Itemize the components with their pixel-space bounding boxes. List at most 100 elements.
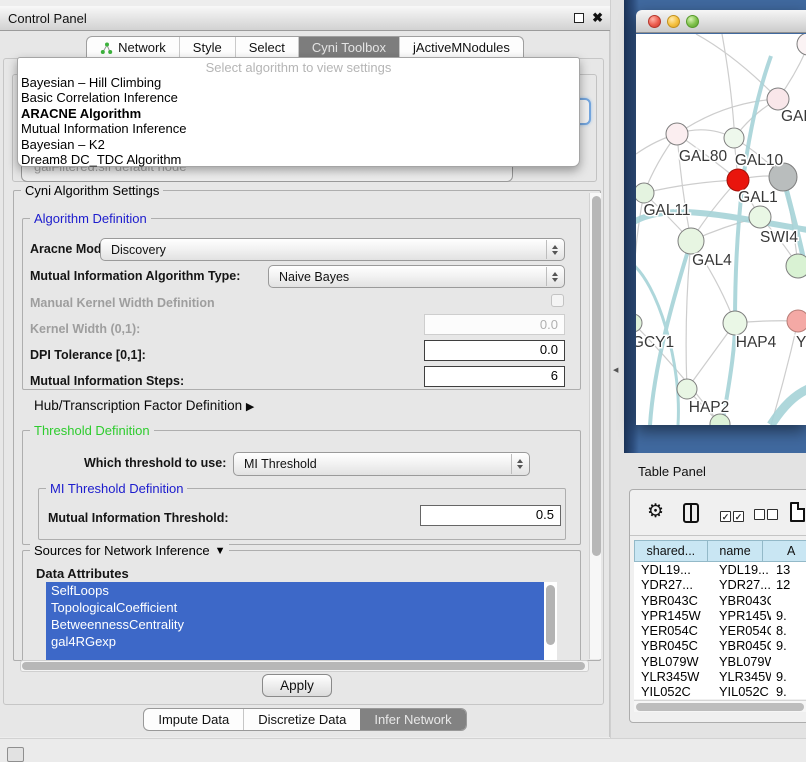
table-row[interactable]: YLR345WYLR345W9.	[634, 669, 806, 684]
dropdown-item-mutual-information[interactable]: Mutual Information Inference	[18, 121, 579, 136]
node-y-partial[interactable]	[787, 310, 806, 332]
column-header-shared-name[interactable]: shared...	[634, 540, 708, 562]
checked-box-icon: ✓	[720, 511, 731, 522]
collapse-down-icon[interactable]: ▼	[215, 545, 226, 557]
manual-kernel-width-label: Manual Kernel Width Definition	[30, 296, 215, 310]
table-rows: YDL19...YDL19...13 YDR27...YDR27...12 YB…	[634, 562, 806, 699]
settings-horizontal-scrollbar[interactable]	[20, 660, 589, 672]
network-canvas[interactable]: GAL GAL80 GAL10 GAL1 GAL11 SWI4 GAL4 GCY…	[636, 34, 806, 425]
settings-vscroll-thumb[interactable]	[592, 196, 601, 556]
node-gal1[interactable]	[727, 169, 749, 191]
table-row[interactable]: YDR27...YDR27...12	[634, 577, 806, 592]
column-header-partial[interactable]: A	[763, 540, 806, 562]
tab-discretize-data[interactable]: Discretize Data	[243, 709, 360, 730]
label-gal-partial: GAL	[781, 108, 806, 125]
list-item-betweennesscentrality[interactable]: BetweennessCentrality	[46, 616, 557, 633]
node-gal4[interactable]	[678, 228, 704, 254]
which-threshold-label: Which threshold to use:	[84, 456, 226, 470]
mi-steps-field[interactable]: 6	[424, 366, 565, 387]
table-hscroll-thumb[interactable]	[636, 703, 804, 711]
cell-shared: YBR043C	[634, 593, 712, 608]
deselect-all-columns-icon[interactable]	[754, 507, 780, 525]
tab-select-label: Select	[249, 37, 285, 59]
combo-stepper-icon	[511, 454, 528, 474]
table-row[interactable]: YPR145WYPR145W9.	[634, 608, 806, 623]
dropdown-item-bayesian-k2[interactable]: Bayesian – K2	[18, 137, 579, 152]
zoom-traffic-light-icon[interactable]	[686, 15, 699, 28]
tab-cyni-toolbox[interactable]: Cyni Toolbox	[298, 37, 399, 59]
node-hap2[interactable]	[677, 379, 697, 399]
panel-splitter[interactable]: ◀	[610, 0, 624, 762]
table-row[interactable]: YIL052CYIL052C9.	[634, 684, 806, 699]
table-panel-title: Table Panel	[638, 464, 706, 479]
label-hap4: HAP4	[736, 334, 777, 351]
dropdown-item-dream8[interactable]: Dream8 DC_TDC Algorithm	[18, 152, 579, 167]
tab-style[interactable]: Style	[179, 37, 235, 59]
select-all-columns-icon[interactable]: ✓✓	[720, 507, 746, 525]
apply-button[interactable]: Apply	[262, 674, 332, 697]
list-scrollbar-track[interactable]	[544, 582, 557, 660]
mi-algorithm-type-value: Naive Bayes	[279, 266, 349, 287]
list-item-topologicalcoefficient[interactable]: TopologicalCoefficient	[46, 599, 557, 616]
cyni-settings-group-title: Cyni Algorithm Settings	[21, 183, 163, 198]
which-threshold-value: MI Threshold	[244, 453, 317, 475]
close-icon[interactable]: ✖	[592, 10, 603, 26]
label-hap2: HAP2	[689, 399, 730, 416]
cell-shared: YDR27...	[634, 577, 712, 592]
column-layout-icon[interactable]	[683, 503, 699, 523]
node-gal-partial[interactable]	[767, 88, 789, 110]
data-attributes-list: SelfLoops TopologicalCoefficient Between…	[46, 582, 557, 660]
table-row[interactable]: YBR045CYBR045C9.	[634, 638, 806, 653]
node-green-right[interactable]	[786, 254, 806, 278]
list-item-partial[interactable]	[46, 650, 557, 660]
settings-vertical-scrollbar[interactable]	[589, 193, 601, 659]
node-edge-partial[interactable]	[797, 34, 806, 55]
node-gcy1[interactable]	[636, 314, 642, 332]
tab-jactivemnodules[interactable]: jActiveMNodules	[399, 37, 523, 59]
dropdown-item-aracne[interactable]: ARACNE Algorithm	[18, 106, 579, 121]
dpi-tolerance-field[interactable]: 0.0	[424, 340, 565, 361]
panel-corner-icon[interactable]	[7, 747, 24, 762]
table-row[interactable]: YDL19...YDL19...13	[634, 562, 806, 577]
dropdown-item-bayesian-hill-climbing[interactable]: Bayesian – Hill Climbing	[18, 75, 579, 90]
which-threshold-combo[interactable]: MI Threshold	[233, 452, 530, 476]
tab-select[interactable]: Select	[235, 37, 298, 59]
dropdown-item-basic-correlation[interactable]: Basic Correlation Inference	[18, 90, 579, 105]
sources-title-text: Sources for Network Inference	[34, 543, 210, 558]
node-swi4[interactable]	[749, 206, 771, 228]
cell-value: 9.	[771, 608, 806, 623]
tab-network[interactable]: Network	[87, 37, 179, 59]
aracne-mode-combo[interactable]: Discovery	[100, 238, 565, 261]
minimize-traffic-light-icon[interactable]	[667, 15, 680, 28]
tab-network-label: Network	[118, 37, 166, 59]
cell-name: YPR145W	[712, 608, 771, 623]
export-table-icon[interactable]	[790, 502, 805, 522]
node-gal80[interactable]	[666, 123, 688, 145]
column-header-name[interactable]: name	[708, 540, 764, 562]
cell-value: 13	[771, 562, 806, 577]
node-gal11[interactable]	[636, 183, 654, 203]
list-scrollbar-thumb[interactable]	[546, 585, 555, 645]
close-traffic-light-icon[interactable]	[648, 15, 661, 28]
settings-hscroll-thumb[interactable]	[22, 662, 585, 670]
network-icon	[100, 42, 113, 55]
table-row[interactable]: YBR043CYBR043C	[634, 593, 806, 608]
splitter-collapse-icon[interactable]: ◀	[613, 366, 618, 374]
list-item-selfloops[interactable]: SelfLoops	[46, 582, 557, 599]
table-row[interactable]: YER054CYER054C8.	[634, 623, 806, 638]
mi-algorithm-type-combo[interactable]: Naive Bayes	[268, 265, 565, 288]
gear-icon[interactable]: ⚙	[647, 501, 664, 523]
node-hap4[interactable]	[723, 311, 747, 335]
aracne-mode-value: Discovery	[111, 239, 166, 260]
mi-threshold-field[interactable]: 0.5	[420, 505, 561, 526]
unchecked-box-icon	[754, 509, 765, 520]
table-row[interactable]: YBL079WYBL079W	[634, 654, 806, 669]
tab-impute-data[interactable]: Impute Data	[144, 709, 243, 730]
float-window-icon[interactable]	[574, 13, 584, 23]
table-horizontal-scrollbar[interactable]	[634, 700, 806, 712]
list-item-gal4rgexp[interactable]: gal4RGexp	[46, 633, 557, 650]
node-gal10[interactable]	[724, 128, 744, 148]
hub-factor-expander[interactable]: Hub/Transcription Factor Definition ▶	[34, 398, 254, 413]
tab-infer-network[interactable]: Infer Network	[360, 709, 465, 730]
network-window-titlebar[interactable]	[636, 10, 806, 33]
